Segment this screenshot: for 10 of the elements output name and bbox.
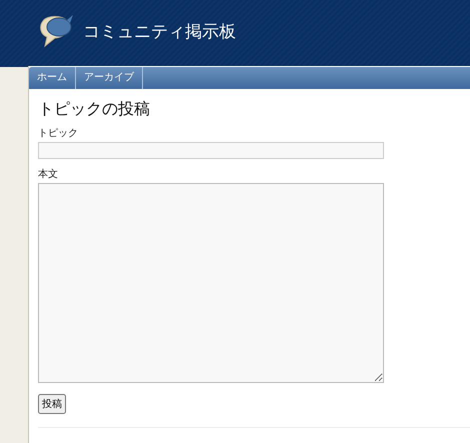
nav-tab[interactable]: アーカイブ xyxy=(76,67,143,89)
body-field[interactable] xyxy=(38,183,384,383)
nav-tab[interactable]: ホーム xyxy=(29,67,76,89)
page-heading: トピックの投稿 xyxy=(38,99,150,120)
topic-field[interactable] xyxy=(38,142,384,159)
speech-bubble-logo xyxy=(37,12,75,48)
field-label: 本文 xyxy=(38,168,58,181)
submit-button[interactable]: 投稿 xyxy=(38,394,66,414)
site-title: コミュニティ掲示板 xyxy=(83,21,236,43)
field-label: トピック xyxy=(38,127,78,140)
